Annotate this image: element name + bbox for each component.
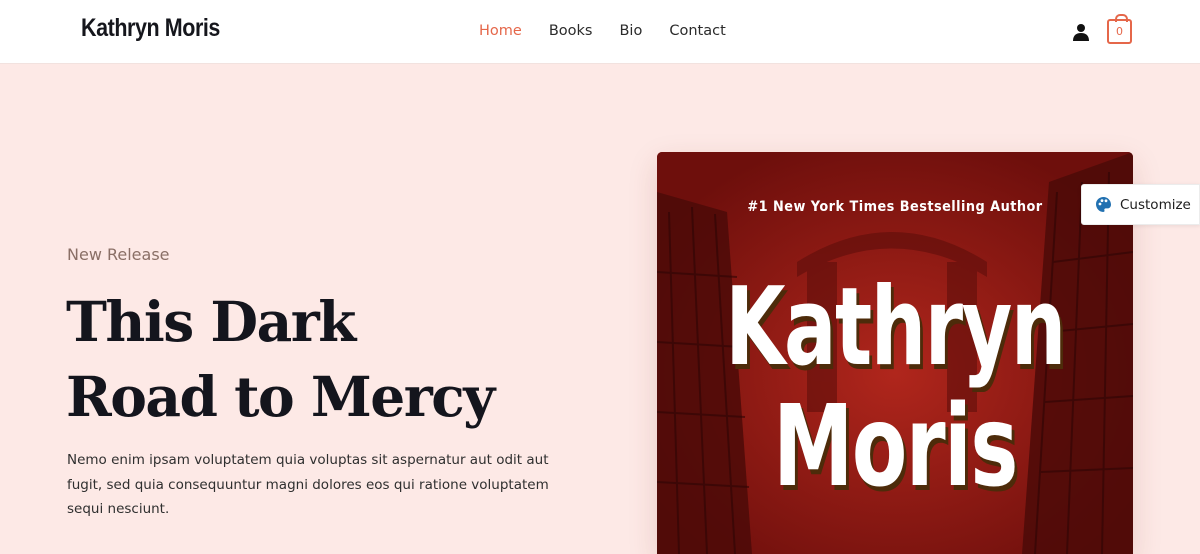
cart-button[interactable]: 0	[1107, 14, 1132, 44]
nav-contact[interactable]: Contact	[669, 23, 725, 39]
hero-title-line-2: Road to Mercy	[66, 364, 495, 429]
nav-books[interactable]: Books	[549, 23, 593, 39]
cover-author-first-name: Kathryn	[725, 265, 1066, 390]
cart-count: 0	[1116, 25, 1123, 38]
hero-description: Nemo enim ipsam voluptatem quia voluptas…	[67, 452, 549, 517]
customize-button[interactable]: Customize	[1081, 184, 1200, 225]
book-cover: #1 New York Times Bestselling Author Kat…	[657, 152, 1133, 554]
user-icon[interactable]	[1073, 23, 1089, 41]
palette-icon	[1096, 197, 1111, 212]
cover-author-last-name: Moris	[773, 382, 1018, 512]
hero-title: This Dark Road to Mercy	[66, 284, 586, 434]
main-nav: Home Books Bio Contact	[479, 23, 753, 39]
nav-home[interactable]: Home	[479, 23, 522, 39]
hero-title-line-1: This Dark	[66, 289, 356, 354]
customize-label: Customize	[1120, 196, 1191, 213]
nav-bio[interactable]: Bio	[619, 23, 642, 39]
hero-eyebrow: New Release	[67, 245, 170, 264]
site-header: Kathryn Moris Home Books Bio Contact 0	[0, 0, 1200, 64]
site-logo[interactable]: Kathryn Moris	[81, 14, 220, 43]
cover-tagline: #1 New York Times Bestselling Author	[747, 199, 1043, 215]
